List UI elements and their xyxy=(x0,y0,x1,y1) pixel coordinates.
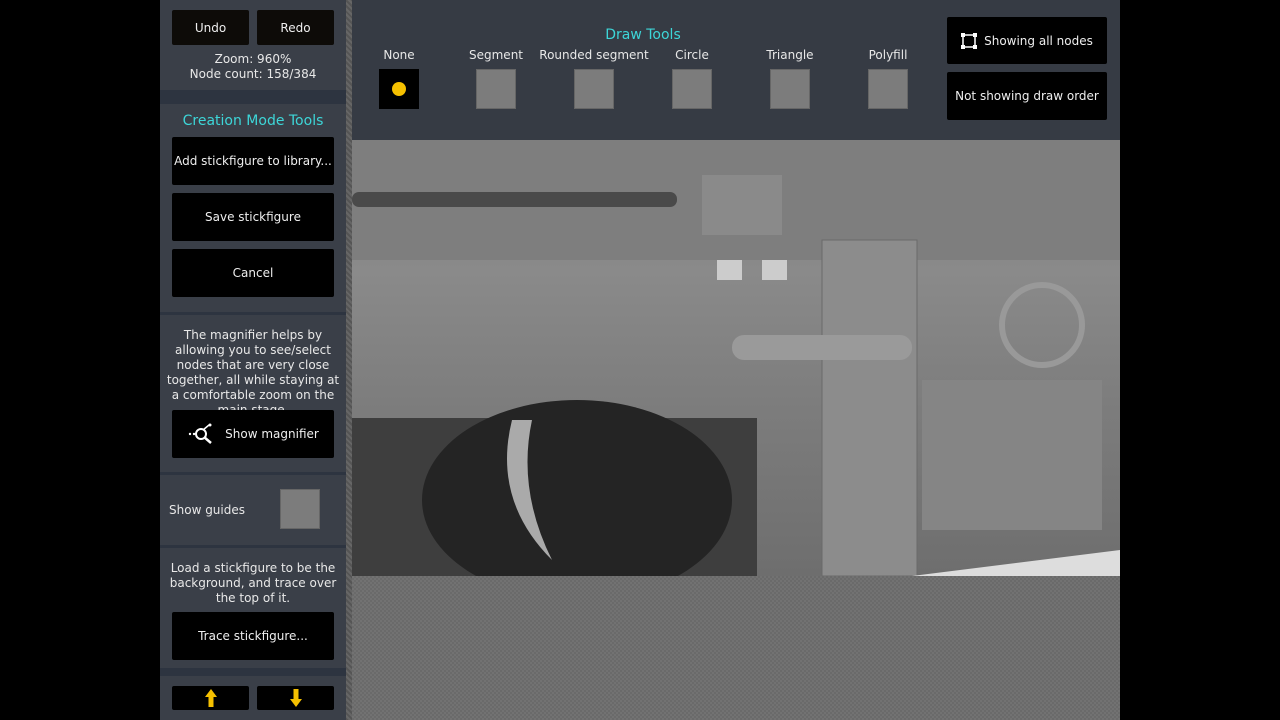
show-guides-checkbox[interactable] xyxy=(280,489,320,529)
tool-label-triangle: Triangle xyxy=(766,48,814,62)
magnifier-help: The magnifier helps by allowing you to s… xyxy=(166,328,340,417)
tool-segment-button[interactable] xyxy=(476,69,516,109)
tool-triangle-button[interactable] xyxy=(770,69,810,109)
divider xyxy=(160,312,346,315)
undo-button[interactable]: Undo xyxy=(172,10,249,45)
tool-label-rounded-segment: Rounded segment xyxy=(539,48,649,62)
arrow-up-icon xyxy=(204,689,217,707)
trace-stickfigure-button[interactable]: Trace stickfigure... xyxy=(172,612,334,660)
tool-none-button[interactable] xyxy=(379,69,419,109)
nodes-frame-icon xyxy=(961,32,978,49)
show-magnifier-label: Show magnifier xyxy=(225,427,319,441)
add-to-library-button[interactable]: Add stickfigure to library... xyxy=(172,137,334,185)
magnifier-icon xyxy=(188,423,212,444)
main-stage[interactable] xyxy=(352,140,1120,576)
canvas-background xyxy=(352,576,1120,720)
move-up-button[interactable] xyxy=(172,686,249,710)
save-stickfigure-button[interactable]: Save stickfigure xyxy=(172,193,334,241)
draw-order-toggle[interactable]: Not showing draw order xyxy=(947,72,1107,120)
tool-label-polyfill: Polyfill xyxy=(868,48,908,62)
sidebar: Undo Redo Zoom: 960% Node count: 158/384… xyxy=(160,0,346,720)
node-count: Node count: 158/384 xyxy=(189,67,317,81)
tool-label-none: None xyxy=(383,48,415,62)
divider xyxy=(160,545,346,548)
show-nodes-toggle[interactable]: Showing all nodes xyxy=(947,17,1107,64)
tool-polyfill-button[interactable] xyxy=(868,69,908,109)
divider xyxy=(160,90,346,104)
redo-button[interactable]: Redo xyxy=(257,10,334,45)
section-title: Creation Mode Tools xyxy=(182,113,324,129)
show-magnifier-button[interactable]: Show magnifier xyxy=(172,410,334,458)
background-trace-image xyxy=(352,140,1120,576)
trace-help: Load a stickfigure to be the background,… xyxy=(169,561,337,605)
show-nodes-label: Showing all nodes xyxy=(984,33,1093,48)
tool-label-segment: Segment xyxy=(469,48,523,62)
selected-dot-icon xyxy=(392,82,406,96)
cancel-button[interactable]: Cancel xyxy=(172,249,334,297)
move-down-button[interactable] xyxy=(257,686,334,710)
divider xyxy=(160,668,346,676)
draw-tools-panel: Draw Tools None Segment Rounded segment … xyxy=(352,0,1120,140)
tool-rounded-segment-button[interactable] xyxy=(574,69,614,109)
draw-tools-title: Draw Tools xyxy=(605,27,681,43)
arrow-down-icon xyxy=(289,689,302,707)
zoom-readout: Zoom: 960% xyxy=(214,52,292,66)
show-guides-label: Show guides xyxy=(169,503,246,517)
tool-circle-button[interactable] xyxy=(672,69,712,109)
tool-label-circle: Circle xyxy=(675,48,709,62)
divider xyxy=(160,472,346,475)
